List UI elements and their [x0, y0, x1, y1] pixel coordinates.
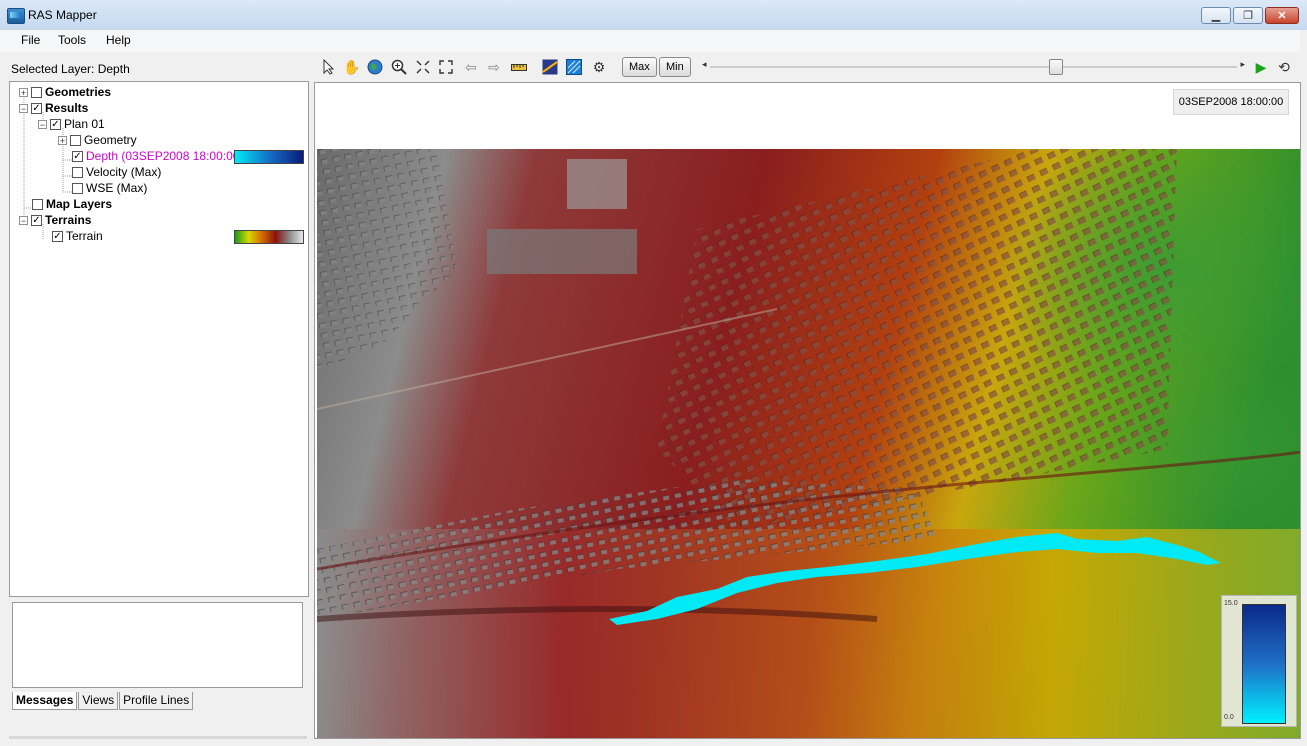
checkbox-checked[interactable]: ✓	[31, 102, 42, 114]
menu-file[interactable]: File	[21, 33, 40, 47]
messages-panel	[12, 602, 303, 688]
tree-item-geometries[interactable]: + Geometries	[19, 84, 111, 100]
slider-right-arrow-icon[interactable]: ▸	[1240, 59, 1245, 70]
expand-icon[interactable]: +	[19, 87, 28, 97]
forward-arrow-icon[interactable]: ⇨	[485, 58, 503, 76]
checkbox-checked[interactable]: ✓	[50, 118, 61, 130]
layer-tree: + Geometries − ✓ Results − ✓ Plan 01 + G…	[9, 81, 309, 597]
window-title: RAS Mapper	[28, 8, 97, 22]
tree-item-label: Velocity (Max)	[86, 165, 162, 179]
selected-layer-label: Selected Layer: Depth	[11, 62, 130, 76]
checkbox[interactable]	[72, 166, 83, 178]
checkbox[interactable]	[70, 134, 81, 146]
tab-messages[interactable]: Messages	[12, 692, 78, 710]
checkbox-checked[interactable]: ✓	[72, 150, 83, 162]
panel-splitter[interactable]	[9, 736, 307, 739]
tree-item-geometry[interactable]: + Geometry	[58, 132, 137, 148]
minimize-button[interactable]: ▁	[1201, 7, 1231, 24]
tree-item-label: Terrains	[45, 213, 92, 227]
plot-tool-icon[interactable]: ⚙	[590, 58, 608, 76]
tree-item-wse[interactable]: WSE (Max)	[72, 180, 147, 196]
reset-time-icon[interactable]: ⟲	[1275, 58, 1293, 76]
tree-item-label: Map Layers	[46, 197, 113, 211]
tree-item-label: Results	[45, 101, 89, 115]
zoom-in-icon[interactable]	[390, 58, 408, 76]
back-arrow-icon[interactable]: ⇦	[462, 58, 480, 76]
toolbar: Selected Layer: Depth ✋ ⇦ ⇨ ⚙ Max Min ◂ …	[0, 54, 1300, 80]
profile-line-icon[interactable]	[541, 58, 559, 76]
min-button[interactable]: Min	[659, 57, 691, 77]
tab-views[interactable]: Views	[78, 692, 119, 710]
menu-bar: File Tools Help	[0, 30, 1300, 52]
legend-max-label: 15.0	[1224, 600, 1238, 607]
checkbox[interactable]	[31, 86, 42, 98]
slider-thumb[interactable]	[1048, 59, 1063, 75]
checkbox[interactable]	[32, 198, 43, 210]
title-bar: RAS Mapper ▁ ❐ ✕	[0, 0, 1307, 30]
tree-item-label: Geometry	[84, 133, 137, 147]
menu-help[interactable]: Help	[106, 33, 131, 47]
legend-color-ramp	[1242, 604, 1286, 724]
main-window: File Tools Help Selected Layer: Depth ✋ …	[0, 30, 1307, 746]
bottom-tabs: Messages Views Profile Lines	[12, 692, 194, 710]
collapse-icon[interactable]: −	[19, 215, 28, 225]
tree-item-depth[interactable]: ✓ Depth (03SEP2008 18:00:00)	[72, 148, 243, 164]
checkbox-checked[interactable]: ✓	[31, 214, 42, 226]
pan-hand-icon[interactable]: ✋	[343, 58, 361, 76]
slider-left-arrow-icon[interactable]: ◂	[702, 59, 707, 70]
collapse-icon[interactable]: −	[19, 103, 28, 113]
legend-min-label: 0.0	[1224, 714, 1234, 721]
checkbox-checked[interactable]: ✓	[52, 230, 63, 242]
max-button[interactable]: Max	[622, 57, 657, 77]
tree-item-plan[interactable]: − ✓ Plan 01	[38, 116, 105, 132]
map-view[interactable]: 03SEP2008 18:00:00 15.0 0.0	[314, 82, 1301, 739]
close-icon: ✕	[1277, 10, 1287, 22]
globe-icon[interactable]	[366, 58, 384, 76]
collapse-icon[interactable]: −	[38, 119, 47, 129]
tree-item-label: Terrain	[66, 229, 103, 243]
app-icon	[7, 8, 25, 24]
close-button[interactable]: ✕	[1265, 7, 1299, 24]
tree-item-terrains[interactable]: − ✓ Terrains	[19, 212, 91, 228]
tree-item-label: Plan 01	[64, 117, 105, 131]
menu-tools[interactable]: Tools	[58, 33, 86, 47]
expand-icon[interactable]: +	[58, 135, 67, 145]
tree-item-terrain[interactable]: ✓ Terrain	[52, 228, 103, 244]
restore-icon: ❐	[1243, 10, 1253, 22]
map-timestamp: 03SEP2008 18:00:00	[1173, 89, 1289, 115]
full-extent-icon[interactable]	[437, 58, 455, 76]
tree-item-results[interactable]: − ✓ Results	[19, 100, 88, 116]
tree-item-velocity[interactable]: Velocity (Max)	[72, 164, 161, 180]
tree-item-label: WSE (Max)	[86, 181, 148, 195]
select-pointer-icon[interactable]	[320, 58, 338, 76]
raster-layer-icon[interactable]	[565, 58, 583, 76]
checkbox[interactable]	[72, 182, 83, 194]
zoom-to-layer-icon[interactable]	[414, 58, 432, 76]
terrain-legend-swatch[interactable]	[234, 230, 304, 244]
minimize-icon: ▁	[1211, 10, 1221, 22]
slider-track	[710, 66, 1237, 68]
time-slider[interactable]: ◂ ▸	[700, 59, 1247, 75]
tree-item-label: Geometries	[45, 85, 112, 99]
tree-item-map-layers[interactable]: Map Layers	[32, 196, 112, 212]
maximize-button[interactable]: ❐	[1233, 7, 1263, 24]
depth-legend-swatch[interactable]	[234, 150, 304, 164]
tab-profile-lines[interactable]: Profile Lines	[119, 692, 194, 710]
tree-item-label: Depth (03SEP2008 18:00:00)	[86, 149, 244, 163]
play-icon[interactable]: ▶	[1252, 58, 1270, 76]
measure-ruler-icon[interactable]	[510, 58, 528, 76]
depth-map-legend: 15.0 0.0	[1221, 595, 1297, 727]
terrain-map-image	[317, 149, 1300, 738]
